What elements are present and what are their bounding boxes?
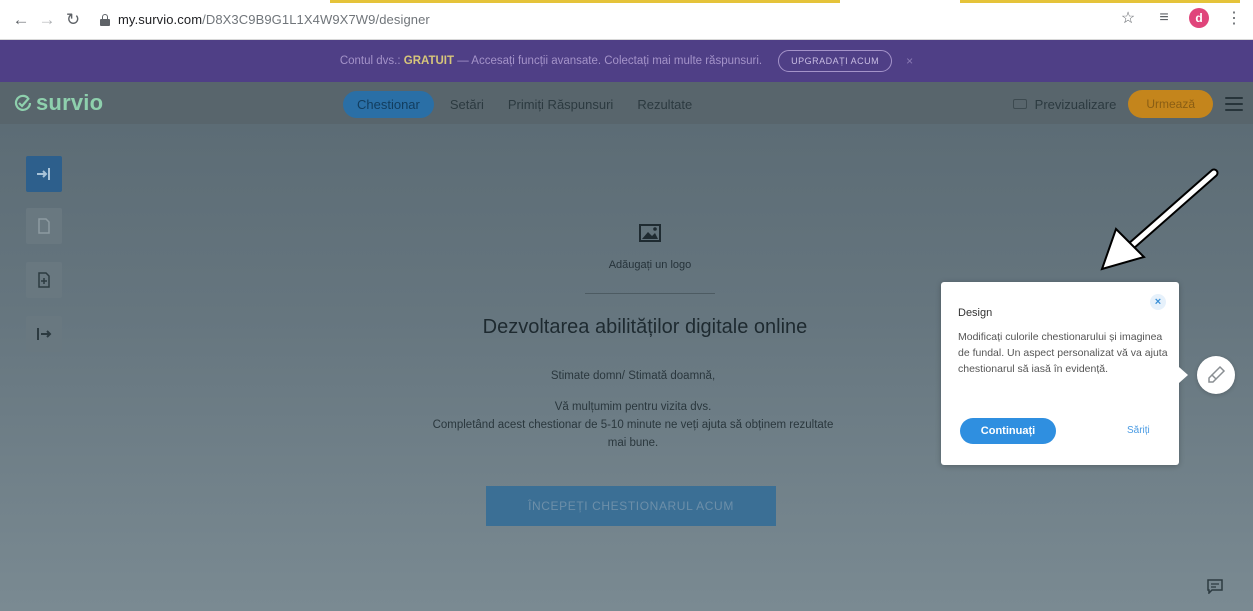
blank-page-tool[interactable] — [26, 208, 62, 244]
upgrade-banner: Contul dvs.: GRATUIT — Accesați funcții … — [0, 40, 1253, 82]
paint-brush-icon — [1208, 365, 1226, 383]
header-actions: Previzualizare Urmează — [1012, 90, 1243, 118]
tab-strip-accent — [330, 0, 840, 3]
preview-button[interactable]: Previzualizare — [1012, 97, 1116, 112]
design-tooltip: Design × Modificați culorile chestionaru… — [941, 282, 1179, 465]
skip-link[interactable]: Săriți — [1127, 425, 1150, 436]
add-page-tool[interactable] — [26, 262, 62, 298]
reload-icon[interactable]: ↻ — [62, 9, 84, 31]
end-page-tool[interactable] — [26, 316, 62, 352]
survey-title[interactable]: Dezvoltarea abilităților digitale online — [300, 316, 990, 339]
continue-button[interactable]: Continuați — [960, 418, 1056, 444]
survio-logo[interactable]: survio — [14, 90, 103, 116]
hamburger-menu-icon[interactable] — [1225, 97, 1243, 111]
logo-check-icon — [14, 94, 32, 111]
banner-text: Contul dvs.: GRATUIT — Accesați funcții … — [339, 55, 763, 67]
survey-intro-line[interactable]: Completând acest chestionar de 5-10 minu… — [288, 419, 978, 431]
upgrade-now-button[interactable]: UPGRADAȚI ACUM — [778, 50, 893, 72]
chat-icon[interactable] — [1203, 575, 1227, 597]
browser-toolbar: ← → ↻ my.survio.com/D8X3C9B9G1L1X4W9X7W9… — [0, 0, 1253, 40]
tab-setari[interactable]: Setări — [442, 93, 492, 116]
tooltip-title: Design — [958, 307, 993, 319]
survey-thanks[interactable]: Vă mulțumim pentru vizita dvs. — [288, 401, 978, 413]
publish-button[interactable]: Urmează — [1128, 90, 1213, 118]
exit-arrow-icon — [37, 328, 52, 340]
arrow-into-icon — [37, 168, 50, 180]
add-logo-label: Adăugați un logo — [608, 259, 692, 271]
tab-strip-accent — [960, 0, 1240, 3]
avatar[interactable]: d — [1189, 8, 1209, 28]
main-tabs: Chestionar Setări Primiți Răspunsuri Rez… — [343, 91, 708, 118]
design-button[interactable] — [1197, 356, 1235, 394]
app-header: survio Chestionar Setări Primiți Răspuns… — [0, 82, 1253, 124]
address-bar[interactable]: my.survio.com/D8X3C9B9G1L1X4W9X7W9/desig… — [100, 6, 1140, 34]
start-survey-button[interactable]: ÎNCEPEȚI CHESTIONARUL ACUM — [486, 486, 776, 526]
tooltip-body: Modificați culorile chestionarului și im… — [958, 331, 1168, 375]
annotation-arrow — [1100, 168, 1219, 271]
kebab-menu-icon[interactable]: ⋮ — [1223, 8, 1245, 28]
tooltip-caret — [1179, 367, 1188, 383]
close-icon[interactable]: × — [1150, 294, 1166, 310]
playlist-icon[interactable]: ≡ — [1153, 9, 1175, 27]
url-text: my.survio.com/D8X3C9B9G1L1X4W9X7W9/desig… — [118, 12, 430, 27]
close-icon[interactable]: × — [906, 54, 913, 68]
monitor-icon — [1012, 99, 1027, 109]
tab-chestionar[interactable]: Chestionar — [343, 91, 434, 118]
page-icon — [38, 218, 50, 234]
lock-icon — [100, 13, 110, 26]
tab-rezultate[interactable]: Rezultate — [629, 93, 700, 116]
add-logo-area[interactable]: Adăugați un logo — [585, 224, 715, 294]
forward-arrow-icon[interactable]: → — [36, 9, 58, 31]
survey-greeting[interactable]: Stimate domn/ Stimată doamnă, — [288, 370, 978, 382]
image-icon — [639, 224, 661, 242]
browser-actions: ☆ ≡ d ⋮ — [1117, 8, 1245, 28]
page-add-icon — [38, 272, 50, 288]
survey-intro-line[interactable]: mai bune. — [288, 437, 978, 449]
intro-page-tool[interactable] — [26, 156, 62, 192]
star-icon[interactable]: ☆ — [1117, 8, 1139, 28]
back-arrow-icon[interactable]: ← — [10, 9, 32, 31]
tab-primiti-raspunsuri[interactable]: Primiți Răspunsuri — [500, 93, 621, 116]
